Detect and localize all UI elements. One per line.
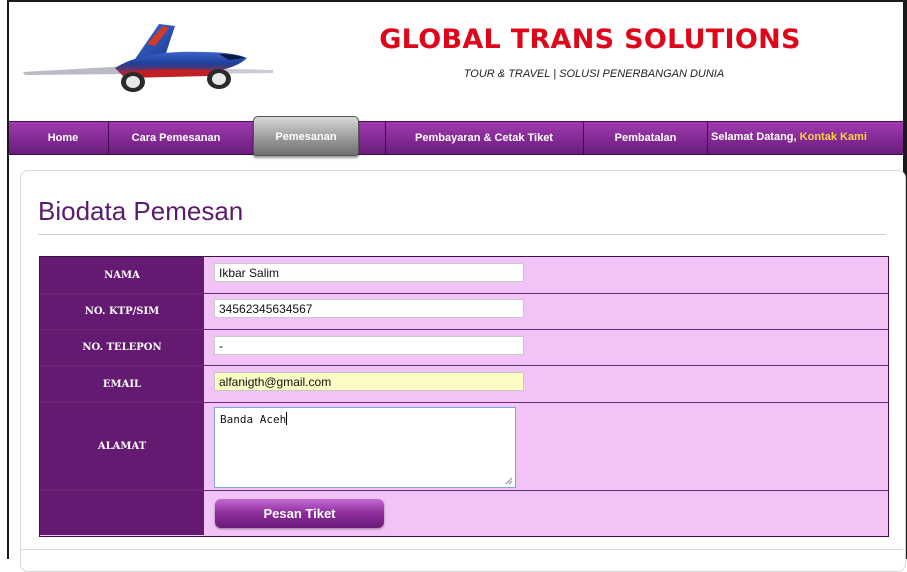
welcome-text: Selamat Datang, [711, 131, 797, 143]
pesan-tiket-button[interactable]: Pesan Tiket [215, 499, 384, 528]
form-row-email: EMAIL alfanigth@gmail.com [40, 366, 888, 403]
alamat-text: Banda Aceh [220, 413, 287, 426]
title-divider [38, 234, 886, 235]
nav-home[interactable]: Home [33, 122, 93, 154]
ktp-input[interactable]: 34562345634567 [214, 299, 524, 318]
site-tagline: TOUR & TRAVEL | SOLUSI PENERBANGAN DUNIA [463, 68, 725, 80]
telepon-cell: - [204, 330, 888, 365]
form-row-nama: NAMA Ikbar Salim [40, 257, 888, 294]
telepon-input[interactable]: - [214, 336, 524, 355]
nav-pembayaran-cetak-tiket[interactable]: Pembayaran & Cetak Tiket [386, 122, 582, 154]
submit-label-cell [40, 491, 204, 535]
email-label: EMAIL [40, 366, 204, 402]
form-row-alamat: ALAMAT Banda Aceh [40, 403, 888, 491]
nama-label: NAMA [40, 257, 204, 293]
page-title: Biodata Pemesan [38, 196, 244, 226]
text-caret [286, 412, 288, 425]
nav-divider [707, 122, 708, 154]
nama-cell: Ikbar Salim [204, 257, 888, 293]
submit-cell: Pesan Tiket [204, 491, 888, 535]
ktp-label: NO. KTP/SIM [40, 294, 204, 329]
form-row-telepon: NO. TELEPON - [40, 330, 888, 366]
ktp-cell: 34562345634567 [204, 294, 888, 329]
nav-cara-pemesanan[interactable]: Cara Pemesanan [109, 122, 243, 154]
email-cell: alfanigth@gmail.com [204, 366, 888, 402]
panel-bottom-divider [21, 549, 903, 550]
contact-link[interactable]: Kontak Kami [800, 131, 867, 143]
nav-welcome: Selamat Datang, Kontak Kami [711, 121, 867, 153]
booking-form: NAMA Ikbar Salim NO. KTP/SIM 34562345634… [39, 256, 889, 537]
alamat-cell: Banda Aceh [204, 403, 888, 490]
nama-input[interactable]: Ikbar Salim [214, 263, 524, 282]
nav-pembatalan[interactable]: Pembatalan [584, 122, 707, 154]
form-row-ktp: NO. KTP/SIM 34562345634567 [40, 294, 888, 330]
alamat-label: ALAMAT [40, 403, 204, 490]
alamat-textarea[interactable]: Banda Aceh [214, 407, 516, 488]
site-header: GLOBAL TRANS SOLUTIONS TOUR & TRAVEL | S… [9, 2, 903, 120]
resize-grip-icon[interactable] [505, 477, 513, 485]
nav-pemesanan-active[interactable]: Pemesanan [253, 116, 359, 156]
airplane-icon [23, 24, 273, 92]
form-row-submit: Pesan Tiket [40, 491, 888, 535]
site-title: GLOBAL TRANS SOLUTIONS [379, 24, 801, 55]
telepon-label: NO. TELEPON [40, 330, 204, 365]
email-input[interactable]: alfanigth@gmail.com [214, 372, 524, 391]
